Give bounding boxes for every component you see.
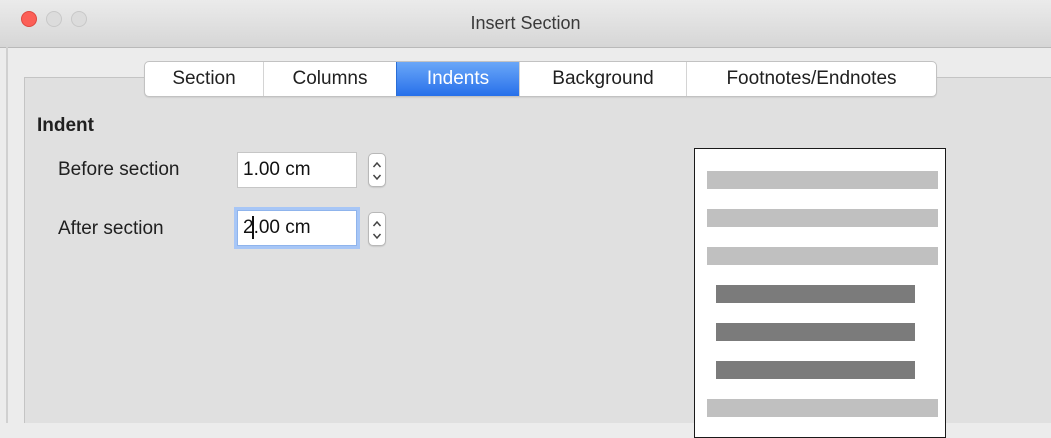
- before-section-stepper[interactable]: [368, 153, 386, 187]
- after-section-input[interactable]: 2.00 cm: [237, 210, 357, 246]
- tab-bar: Section Columns Indents Background Footn…: [144, 61, 937, 97]
- window-frame-left: [6, 47, 8, 423]
- preview-text-line: [707, 399, 938, 417]
- indent-preview: [694, 148, 946, 438]
- indent-heading: Indent: [37, 115, 94, 136]
- preview-indented-line: [716, 323, 915, 341]
- preview-text-line: [707, 247, 938, 265]
- tab-section[interactable]: Section: [145, 62, 263, 96]
- preview-indented-line: [716, 361, 915, 379]
- preview-text-line: [707, 171, 938, 189]
- text-caret: [252, 216, 254, 239]
- after-section-label: After section: [58, 218, 164, 239]
- tab-footnotes-endnotes[interactable]: Footnotes/Endnotes: [686, 62, 936, 96]
- before-section-input[interactable]: 1.00 cm: [237, 152, 357, 188]
- preview-indented-line: [716, 285, 915, 303]
- window-title: Insert Section: [470, 13, 581, 33]
- before-section-label: Before section: [58, 159, 180, 180]
- tab-background[interactable]: Background: [519, 62, 686, 96]
- stepper-arrows-icon: [372, 220, 382, 240]
- tab-indents[interactable]: Indents: [396, 62, 519, 96]
- tab-columns[interactable]: Columns: [263, 62, 396, 96]
- after-section-stepper[interactable]: [368, 212, 386, 246]
- title-bar: Insert Section: [0, 0, 1051, 48]
- stepper-arrows-icon: [372, 161, 382, 181]
- preview-text-line: [707, 209, 938, 227]
